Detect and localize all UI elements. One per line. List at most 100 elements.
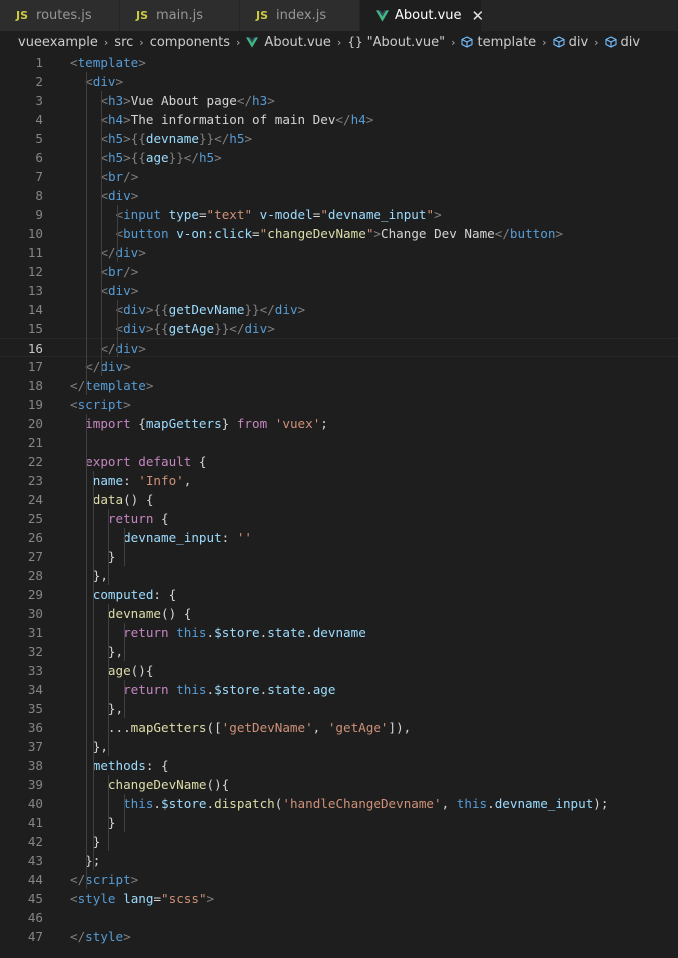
code-token: age (107, 663, 131, 678)
code-text: age(){ (70, 661, 154, 680)
code-line[interactable]: 30 devname() { (0, 604, 678, 623)
code-token: h4 (107, 112, 124, 127)
indent-guide (108, 604, 109, 756)
breadcrumb-item[interactable]: div (569, 35, 589, 50)
code-token: { (130, 416, 146, 431)
code-text: <button v-on:click="changeDevName">Chang… (70, 224, 564, 243)
code-line[interactable]: 33 age(){ (0, 661, 678, 680)
code-text: </div> (70, 243, 146, 262)
tab-index-js[interactable]: JS index.js (240, 0, 360, 31)
code-text: }, (70, 566, 108, 585)
breadcrumb-item[interactable]: template (477, 35, 536, 50)
code-line[interactable]: 34 return this.$store.state.age (0, 680, 678, 699)
code-editor[interactable]: 1 <template> 2 <div> 3 <h3>Vue About page</… (0, 53, 678, 958)
code-token: : (221, 530, 237, 545)
code-text: name: 'Info', (70, 471, 192, 490)
code-line[interactable]: 28 }, (0, 566, 678, 585)
tab-about-vue[interactable]: About.vue ✕ (360, 0, 485, 31)
code-line[interactable]: 31 return this.$store.state.devname (0, 623, 678, 642)
code-line[interactable]: 35 }, (0, 699, 678, 718)
code-token: template (85, 378, 146, 393)
breadcrumb-item[interactable]: src (114, 35, 133, 50)
code-line[interactable]: 42 } (0, 832, 678, 851)
code-line[interactable]: 38 methods: { (0, 756, 678, 775)
code-token: mapGetters (145, 416, 222, 431)
line-number: 3 (35, 93, 43, 108)
code-token: devname (145, 131, 199, 146)
vue-icon (246, 36, 259, 48)
code-line[interactable]: 18 </template> (0, 376, 678, 395)
code-token: ... (70, 720, 131, 735)
code-line[interactable]: 36 ...mapGetters(['getDevName', 'getAge'… (0, 718, 678, 737)
tab-main-js[interactable]: JS main.js (120, 0, 240, 31)
breadcrumb-item[interactable]: "About.vue" (367, 35, 445, 50)
code-line[interactable]: 27 } (0, 547, 678, 566)
code-line[interactable]: 46 (0, 908, 678, 927)
code-token: > (123, 150, 131, 165)
code-line[interactable]: 45 <style lang="scss"> (0, 889, 678, 908)
tab-routes-js[interactable]: JS routes.js (0, 0, 120, 31)
code-line[interactable]: 21 (0, 433, 678, 452)
code-line[interactable]: 29 computed: { (0, 585, 678, 604)
code-line[interactable]: 19 <script> (0, 395, 678, 414)
breadcrumb-item[interactable]: div (621, 35, 641, 50)
code-token: div (244, 321, 268, 336)
line-number: 19 (27, 397, 43, 412)
code-line[interactable]: 47 </style> (0, 927, 678, 946)
code-token: > (206, 891, 215, 906)
code-token: > (365, 112, 374, 127)
code-token: dispatch (214, 796, 275, 811)
chevron-right-icon: › (336, 35, 342, 49)
code-line[interactable]: 43 }; (0, 851, 678, 870)
code-token: '' (236, 530, 252, 545)
breadcrumb-item[interactable]: components (150, 35, 230, 50)
line-number: 28 (27, 568, 43, 583)
code-token: div (274, 302, 298, 317)
code-line[interactable]: 22 export default { (0, 452, 678, 471)
code-line[interactable]: 26 devname_input: '' (0, 528, 678, 547)
line-number: 43 (27, 853, 43, 868)
close-icon[interactable]: ✕ (472, 7, 485, 25)
indent-guide (101, 91, 102, 376)
line-number: 5 (35, 131, 43, 146)
code-line[interactable]: 20 import {mapGetters} from 'vuex'; (0, 414, 678, 433)
line-number: 25 (27, 511, 43, 526)
code-token: > (138, 55, 146, 70)
code-line[interactable]: 37 }, (0, 737, 678, 756)
code-text: }, (70, 642, 123, 661)
line-number: 13 (27, 283, 43, 298)
code-line[interactable]: 40 this.$store.dispatch('handleChangeDev… (0, 794, 678, 813)
code-line[interactable]: 23 name: 'Info', (0, 471, 678, 490)
code-text: }, (70, 737, 108, 756)
code-text: </style> (70, 927, 131, 946)
line-number: 47 (27, 929, 43, 944)
code-line[interactable]: 1 <template> (0, 53, 678, 72)
line-number: 41 (27, 815, 43, 830)
code-token: button (123, 226, 169, 241)
code-line[interactable]: 39 changeDevName(){ (0, 775, 678, 794)
code-token: changeDevName (267, 226, 366, 241)
code-token: > (555, 226, 563, 241)
code-line[interactable]: 41 } (0, 813, 678, 832)
code-line[interactable]: 24 data() { (0, 490, 678, 509)
code-token: h3 (107, 93, 124, 108)
code-token: getDevName (168, 302, 245, 317)
code-line[interactable]: 25 return { (0, 509, 678, 528)
code-token: , (441, 796, 457, 811)
line-number: 34 (27, 682, 43, 697)
code-token: : { (145, 758, 169, 773)
line-number: 9 (35, 207, 43, 222)
code-token: v-on (176, 226, 207, 241)
breadcrumb-item[interactable]: About.vue (264, 35, 331, 50)
code-token: {{ (130, 150, 146, 165)
code-text: export default { (70, 452, 206, 471)
code-token: 'getDevName' (221, 720, 313, 735)
code-token: = (153, 891, 162, 906)
breadcrumb-item[interactable]: vueexample (18, 35, 98, 50)
code-token: {{ (153, 321, 169, 336)
code-line[interactable]: 44 </script> (0, 870, 678, 889)
code-token: > (123, 359, 131, 374)
code-line[interactable]: 2 <div> (0, 72, 678, 91)
code-line[interactable]: 32 }, (0, 642, 678, 661)
tab-label: index.js (276, 8, 327, 23)
